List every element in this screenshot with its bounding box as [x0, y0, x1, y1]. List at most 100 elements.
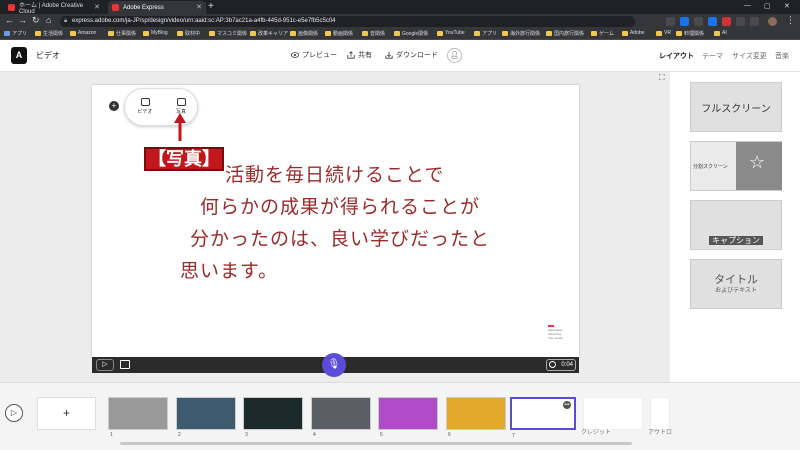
tab-resize[interactable]: サイズ変更 [732, 51, 767, 61]
url-field[interactable]: 🔒︎ express.adobe.com/ja-JP/sp/design/vid… [60, 16, 635, 27]
scene-thumbnail[interactable]: 6 [446, 397, 506, 438]
photo-icon [176, 98, 186, 106]
bookmarks-bar: アプリ 生活関係 Amazon 仕事関係 MyBlog 取材中 マスコミ関係 改… [0, 29, 800, 40]
credit-scene-thumbnail[interactable] [583, 397, 643, 430]
bookmark-item[interactable]: 仕事関係 [108, 30, 136, 37]
extension-icon[interactable] [666, 17, 675, 26]
add-scene-button[interactable]: + [37, 397, 96, 430]
share-button[interactable]: 共有 [347, 50, 372, 60]
eye-icon [291, 52, 299, 58]
bookmark-item[interactable]: Adobe [622, 30, 644, 36]
adobe-express-icon [112, 4, 119, 11]
scene-thumbnail[interactable]: 4 [311, 397, 371, 438]
layout-fullscreen[interactable]: フルスクリーン [690, 82, 782, 132]
download-button[interactable]: ダウンロード [385, 50, 438, 60]
scene-thumbnail[interactable]: 3 [243, 397, 303, 438]
adobe-express-logo[interactable]: A [11, 47, 27, 64]
address-bar-row: ← → ↻ ⌂ 🔒︎ express.adobe.com/ja-JP/sp/de… [0, 14, 800, 29]
add-media-button[interactable]: + [109, 101, 119, 111]
extension-icon[interactable] [708, 17, 717, 26]
tab-layout[interactable]: レイアウト [659, 51, 694, 61]
browser-tab-bar: ホーム | Adobe Creative Cloud ✕ Adobe Expre… [0, 0, 800, 15]
forward-icon[interactable]: → [18, 15, 27, 25]
tab-adobe-express[interactable]: Adobe Express ✕ [108, 1, 206, 14]
bookmark-item[interactable]: アプリ [4, 30, 27, 37]
extension-icon[interactable] [694, 17, 703, 26]
lock-icon: 🔒︎ [64, 18, 68, 24]
add-video-option[interactable]: ビデオ [133, 98, 157, 115]
extension-icon[interactable] [680, 17, 689, 26]
caption-line: 分かったのは、良い学びだったと [189, 229, 490, 250]
scene-watermark: Ideal Ways Achieving Your Goals [548, 325, 566, 340]
preview-button[interactable]: プレビュー [291, 50, 337, 60]
play-icon[interactable]: ▷ [96, 359, 114, 371]
credit-label: クレジット [581, 430, 612, 436]
home-icon[interactable]: ⌂ [46, 15, 51, 25]
close-icon[interactable]: ✕ [94, 3, 100, 11]
layout-caption[interactable]: キャプション [690, 200, 782, 250]
bookmark-item[interactable]: MyBlog [143, 30, 168, 36]
menu-icon[interactable]: ⋮ [786, 15, 795, 26]
bookmark-item[interactable]: マスコミ関係 [209, 30, 247, 37]
scene-thumbnail[interactable]: 5 [378, 397, 438, 438]
scene-thumbnail[interactable]: 1 [108, 397, 168, 438]
scene-thumbnail[interactable]: 2 [176, 397, 236, 438]
video-icon [140, 98, 150, 106]
timeline-play-icon[interactable]: ▷ [5, 404, 23, 422]
bookmark-item[interactable]: YouTube [437, 30, 465, 36]
tab-music[interactable]: 音楽 [775, 51, 789, 61]
bookmark-item[interactable]: 海外旅行関係 [502, 30, 540, 37]
scene-thumbnail-selected[interactable]: 7 ••• [510, 397, 576, 439]
extension-icon[interactable] [722, 17, 731, 26]
outro-label: アウトロ [648, 430, 673, 436]
bookmark-item[interactable]: ゲーム [591, 30, 614, 37]
bookmark-item[interactable]: アプリ [474, 30, 497, 37]
sidepanel-icon[interactable] [750, 17, 759, 26]
more-options-icon[interactable]: ••• [563, 401, 571, 409]
tab-creative-cloud[interactable]: ホーム | Adobe Creative Cloud ✕ [4, 1, 104, 15]
close-window-icon[interactable]: ✕ [784, 2, 790, 10]
extensions-puzzle-icon[interactable] [736, 17, 745, 26]
minimize-icon[interactable]: — [744, 2, 751, 9]
layout-title-text[interactable]: タイトル およびテキスト [690, 259, 782, 309]
fit-screen-icon[interactable]: ⛶ [659, 73, 665, 83]
outro-scene-thumbnail[interactable] [650, 397, 670, 430]
bookmark-item[interactable]: 改革キャリア [250, 30, 288, 37]
new-tab-button[interactable]: + [208, 1, 214, 13]
record-mic-button[interactable]: 🎙︎ [322, 353, 346, 377]
bookmark-item[interactable]: 画像関係 [290, 30, 318, 37]
tab-title: ホーム | Adobe Creative Cloud [19, 3, 84, 15]
bookmark-item[interactable]: 取材中 [177, 30, 200, 37]
project-title[interactable]: ビデオ [36, 50, 60, 61]
maximize-icon[interactable]: ▢ [764, 2, 771, 10]
url-text: express.adobe.com/ja-JP/sp/design/video/… [72, 18, 336, 24]
duration-button[interactable]: 0:04 [546, 359, 576, 371]
caption-line: 活動を毎日続けることで [225, 165, 445, 186]
caption-line: 思います。 [180, 261, 279, 282]
timeline-scrollbar[interactable] [120, 442, 632, 445]
bookmark-item[interactable]: Google関係 [394, 30, 428, 37]
screen-toggle-icon[interactable] [120, 360, 130, 369]
bookmark-item[interactable]: VR [656, 30, 671, 36]
bookmark-item[interactable]: 動画関係 [325, 30, 353, 37]
tab-theme[interactable]: テーマ [702, 51, 723, 61]
bookmark-item[interactable]: 料理関係 [676, 30, 704, 37]
download-icon [385, 51, 393, 59]
bookmark-item[interactable]: AI [714, 30, 727, 36]
tab-title: Adobe Express [123, 4, 164, 11]
back-icon[interactable]: ← [5, 15, 14, 25]
bookmark-item[interactable]: 生活関係 [35, 30, 63, 37]
caption-label: キャプション [709, 236, 763, 245]
share-icon [347, 51, 355, 59]
bookmark-item[interactable]: 音関係 [362, 30, 385, 37]
adobe-cc-icon [8, 4, 15, 11]
invite-user-icon[interactable]: 👤︎ [447, 48, 462, 63]
bookmark-item[interactable]: 国内旅行関係 [546, 30, 584, 37]
reload-icon[interactable]: ↻ [32, 15, 40, 26]
bookmark-item[interactable]: Amazon [70, 30, 96, 36]
close-icon[interactable]: ✕ [196, 3, 202, 11]
layout-split-screen[interactable]: 分割スクリーン ☆ [690, 141, 782, 191]
app-header: A ビデオ プレビュー 共有 ダウンロード 👤︎ レイアウト テーマ サイズ変更… [0, 40, 800, 72]
profile-avatar[interactable] [768, 17, 777, 26]
scene-caption[interactable]: 活動を毎日続けることで 何らかの成果が得られることが 分かったのは、良い学びだっ… [180, 160, 500, 288]
